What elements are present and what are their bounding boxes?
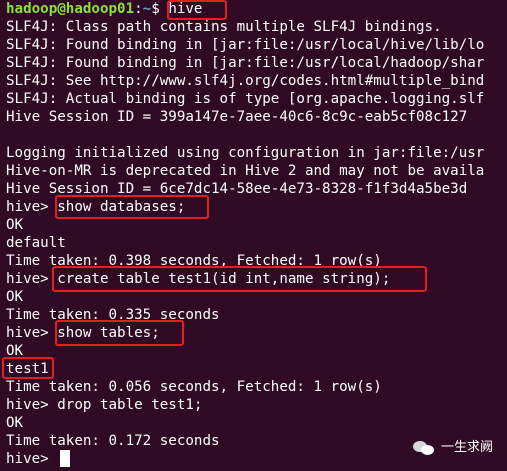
prompt-path: ~ xyxy=(142,1,152,17)
output-line: OK xyxy=(6,289,24,305)
output-line: default xyxy=(6,235,66,251)
output-line: Hive-on-MR is deprecated in Hive 2 and m… xyxy=(6,163,485,179)
output-line: OK xyxy=(6,415,24,431)
highlight-box-test1-result xyxy=(2,357,54,379)
highlight-box-show-databases xyxy=(55,195,209,219)
wechat-icon xyxy=(412,439,435,457)
text-cursor xyxy=(60,450,70,467)
output-line: SLF4J: Found binding in [jar:file:/usr/l… xyxy=(6,55,485,71)
prompt-symbol: $ xyxy=(151,1,169,17)
highlight-box-create-table xyxy=(52,266,427,292)
output-line: SLF4J: Class path contains multiple SLF4… xyxy=(6,19,442,35)
output-line: SLF4J: Found binding in [jar:file:/usr/l… xyxy=(6,37,485,53)
hive-command-line: hive> drop table test1; xyxy=(6,397,203,413)
output-line: Hive Session ID = 399a147e-7aee-40c6-8c9… xyxy=(6,109,468,125)
output-line: Logging initialized using configuration … xyxy=(6,145,485,161)
hive-prompt-line[interactable]: hive> xyxy=(6,450,57,468)
prompt-separator: : xyxy=(134,1,143,17)
highlight-box-hive-command xyxy=(167,0,227,20)
prompt-user-host: hadoop@hadoop01 xyxy=(6,1,135,17)
watermark: 一生求阙 xyxy=(412,439,493,457)
terminal-window[interactable]: hadoop@hadoop01:~$ hive SLF4J: Class pat… xyxy=(0,0,507,471)
output-line: SLF4J: See http://www.slf4j.org/codes.ht… xyxy=(6,73,485,89)
output-line: SLF4J: Actual binding is of type [org.ap… xyxy=(6,91,485,107)
output-line: Time taken: 0.172 seconds xyxy=(6,433,220,449)
output-line: OK xyxy=(6,217,24,233)
output-line: Time taken: 0.056 seconds, Fetched: 1 ro… xyxy=(6,379,382,395)
highlight-box-show-tables xyxy=(55,320,184,346)
watermark-text: 一生求阙 xyxy=(440,440,493,455)
